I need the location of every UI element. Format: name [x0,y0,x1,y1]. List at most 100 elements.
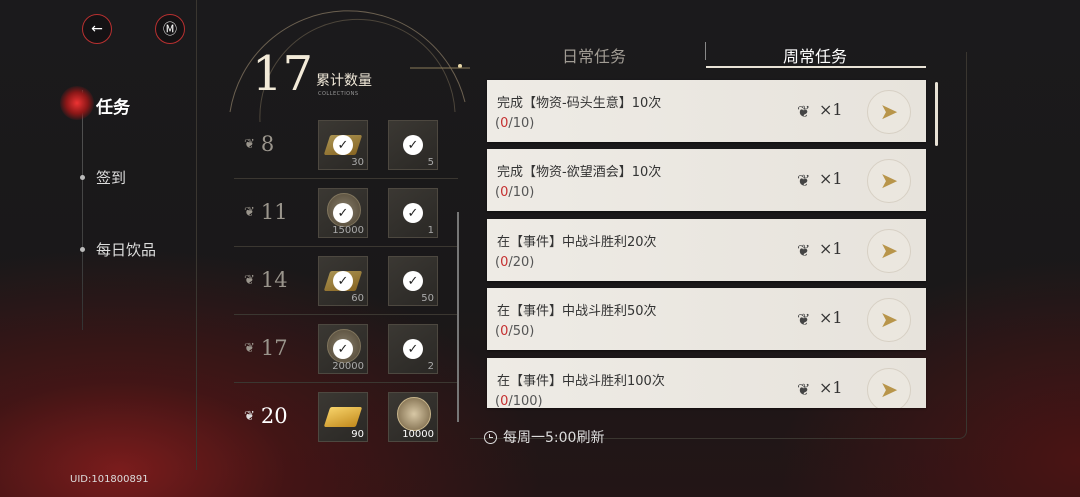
tier-label: ❦ 14 [244,268,288,292]
nav-item-daily-drink[interactable]: 每日饮品 [96,239,156,260]
menu-button[interactable]: Ⓜ [155,14,185,44]
task-card: 在【事件】中战斗胜利20次 (0/20) ❦ ×1 ➤ [487,219,926,281]
refresh-info: 每周一5:00刷新 [484,427,604,447]
coin-icon [397,397,431,431]
back-arrow-icon: ← [91,21,103,37]
task-title: 在【事件】中战斗胜利100次 [497,374,665,389]
reward-item-gold[interactable]: 90 [318,392,368,442]
go-button[interactable]: ➤ [867,159,911,203]
clock-icon [484,430,497,444]
collection-sub-label: COLLECTIONS [318,91,359,97]
tier-label: ❦ 11 [244,200,288,224]
arrow-icon: ➤ [879,307,899,333]
check-icon: ✓ [333,135,353,155]
task-progress: (0/10) [495,116,535,131]
reward-tier: ❦ 8 ✓ 30 ✓ 5 [234,112,458,179]
item-count: 50 [421,293,434,304]
check-icon: ✓ [333,339,353,359]
nav-item-checkin[interactable]: 签到 [96,167,126,188]
flower-icon: ❦ [244,204,255,220]
arrow-icon: ➤ [879,99,899,125]
flower-reward-icon: ❦ [797,171,811,190]
item-count: 20000 [332,361,364,372]
tier-label: ❦ 20 [244,404,288,428]
item-count: 2 [427,361,434,372]
nav-dot-icon [80,247,85,252]
reward-quantity: ×1 [819,308,843,327]
task-progress: (0/50) [495,324,535,339]
item-count: 10000 [402,429,434,440]
tier-threshold: 8 [260,132,275,156]
tier-threshold: 14 [260,268,288,292]
item-count: 5 [427,157,434,168]
task-title: 在【事件】中战斗胜利50次 [497,304,657,319]
arrow-icon: ➤ [879,238,899,264]
task-progress: (0/20) [495,255,535,270]
flower-reward-icon: ❦ [797,380,811,399]
check-icon: ✓ [403,135,423,155]
check-icon: ✓ [403,203,423,223]
collection-count-label: 累计数量 [316,73,372,89]
nav-dot-icon [80,175,85,180]
task-title: 完成【物资-欲望酒会】10次 [497,165,662,180]
reward-quantity: ×1 [819,378,843,397]
go-button[interactable]: ➤ [867,90,911,134]
reward-item-gold[interactable]: ✓ 60 [318,256,368,306]
reward-tier: ❦ 11 ✓ 15000 ✓ 1 [234,180,458,247]
collection-count: 17 [252,46,314,102]
task-progress: (0/100) [495,394,543,408]
arrow-icon: ➤ [879,377,899,403]
go-button[interactable]: ➤ [867,298,911,342]
task-card: 完成【物资-欲望酒会】10次 (0/10) ❦ ×1 ➤ [487,149,926,211]
nav-divider [82,90,83,330]
tier-label: ❦ 8 [244,132,274,156]
reward-item-misc[interactable]: ✓ 2 [388,324,438,374]
reward-quantity: ×1 [819,169,843,188]
flower-reward-icon: ❦ [797,310,811,329]
tier-scrollbar[interactable] [457,212,459,422]
reward-tier-current: ❦ 20 90 10000 [234,384,458,450]
nav-item-label: 任务 [96,98,130,118]
flower-icon: ❦ [244,136,255,152]
refresh-text: 每周一5:00刷新 [503,430,605,446]
tier-label: ❦ 17 [244,336,288,360]
reward-quantity: ×1 [819,100,843,119]
go-button[interactable]: ➤ [867,229,911,273]
reward-item-feather[interactable]: ✓ 5 [388,120,438,170]
item-count: 1 [427,225,434,236]
reward-item-coin[interactable]: 10000 [388,392,438,442]
nav-item-tasks[interactable]: 任务 [96,93,130,118]
flower-icon: ❦ [244,408,255,424]
check-icon: ✓ [333,271,353,291]
reward-tier: ❦ 17 ✓ 20000 ✓ 2 [234,316,458,383]
tab-weekly[interactable]: 周常任务 [783,43,847,67]
tab-daily[interactable]: 日常任务 [562,43,626,67]
flower-reward-icon: ❦ [797,102,811,121]
tier-threshold: 11 [260,200,288,224]
reward-tier: ❦ 14 ✓ 60 ✓ 50 [234,248,458,315]
check-icon: ✓ [403,271,423,291]
task-progress: (0/10) [495,185,535,200]
gold-bar-icon [323,407,363,427]
reward-item-coin[interactable]: ✓ 15000 [318,188,368,238]
reward-item-coin[interactable]: ✓ 20000 [318,324,368,374]
task-card: 完成【物资-码头生意】10次 (0/10) ❦ ×1 ➤ [487,80,926,142]
tab-separator [705,42,706,60]
task-card: 在【事件】中战斗胜利100次 (0/100) ❦ ×1 ➤ [487,358,926,408]
back-button[interactable]: ← [82,14,112,44]
nav-item-label: 每日饮品 [96,241,157,259]
reward-item-card[interactable]: ✓ 50 [388,256,438,306]
task-scrollbar[interactable] [935,82,938,146]
go-button[interactable]: ➤ [867,368,911,408]
item-count: 60 [351,293,364,304]
reward-item-misc[interactable]: ✓ 1 [388,188,438,238]
task-title: 在【事件】中战斗胜利20次 [497,235,657,250]
reward-quantity: ×1 [819,239,843,258]
tier-threshold: 17 [260,336,288,360]
item-count: 30 [351,157,364,168]
reward-item-gold[interactable]: ✓ 30 [318,120,368,170]
tier-threshold: 20 [260,404,288,428]
task-title: 完成【物资-码头生意】10次 [497,96,662,111]
check-icon: ✓ [333,203,353,223]
task-card: 在【事件】中战斗胜利50次 (0/50) ❦ ×1 ➤ [487,288,926,350]
